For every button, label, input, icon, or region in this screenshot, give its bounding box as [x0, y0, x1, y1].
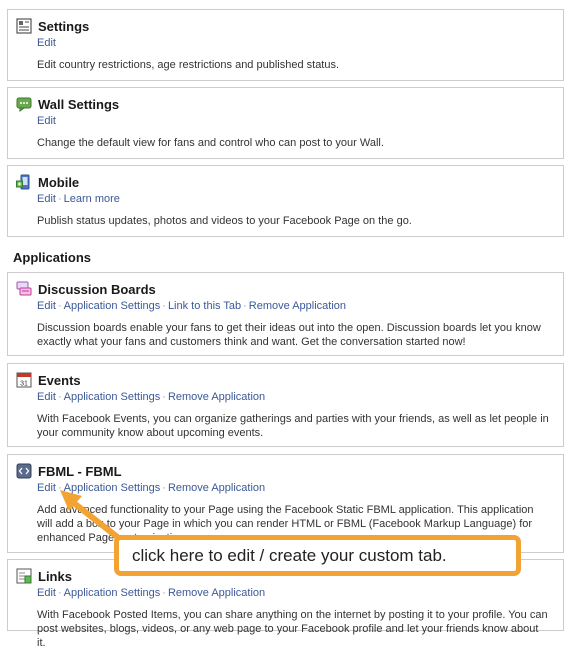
callout-text: click here to edit / create your custom … — [132, 545, 447, 565]
callout-box: click here to edit / create your custom … — [114, 535, 521, 576]
callout-arrow — [60, 490, 128, 546]
